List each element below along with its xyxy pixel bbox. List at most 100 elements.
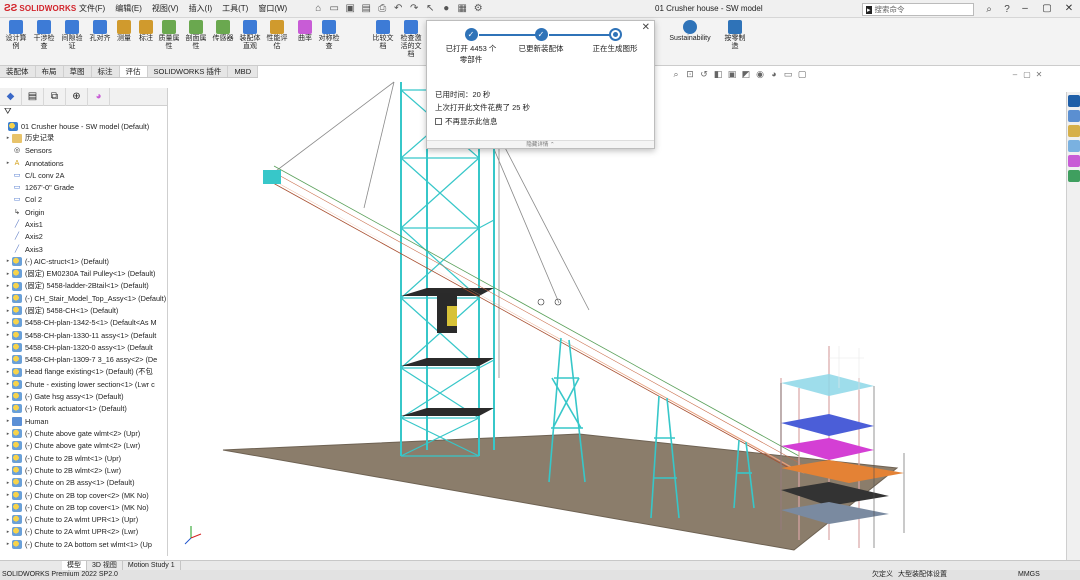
- tree-filter-icon[interactable]: ⛛: [0, 106, 167, 120]
- menu-insert[interactable]: 插入(I): [184, 0, 218, 18]
- expand-icon[interactable]: ▸: [4, 517, 12, 523]
- tab-markup[interactable]: 标注: [92, 66, 120, 77]
- tree-item[interactable]: ▸ (-) Chute on 2B top cover<2> (MK No): [0, 489, 167, 501]
- file-properties-icon[interactable]: ▦: [454, 3, 470, 14]
- search-icon[interactable]: ⌕: [980, 4, 998, 15]
- configuration-manager-tab-icon[interactable]: ⧉: [44, 88, 66, 106]
- tree-item[interactable]: ↳ Origin: [0, 206, 167, 218]
- section-properties-button[interactable]: 剖面属性: [183, 20, 209, 51]
- expand-icon[interactable]: ▸: [4, 394, 12, 400]
- compare-documents-button[interactable]: 比较文档: [370, 20, 396, 51]
- dimxpert-tab-icon[interactable]: ⊕: [66, 88, 88, 106]
- feature-manager-tab-icon[interactable]: ◆: [0, 88, 22, 106]
- tab-sketch[interactable]: 草图: [64, 66, 92, 77]
- expand-icon[interactable]: ▸: [4, 295, 12, 301]
- expand-icon[interactable]: ▸: [4, 381, 12, 387]
- tree-item[interactable]: ▸ (-) Chute to 2A wlmt UPR<1> (Upr): [0, 514, 167, 526]
- design-library-icon[interactable]: [1068, 110, 1080, 122]
- tree-item[interactable]: ╱ Axis2: [0, 231, 167, 243]
- tree-item[interactable]: ▸ (-) CH_Stair_Model_Top_Assy<1> (Default…: [0, 292, 167, 304]
- undo-icon[interactable]: ↶: [390, 3, 406, 14]
- search-scope-icon[interactable]: ▸: [866, 5, 872, 14]
- clearance-verify-button[interactable]: 间隙验证: [59, 20, 85, 51]
- expand-icon[interactable]: ▸: [4, 431, 12, 437]
- file-explorer-icon[interactable]: [1068, 125, 1080, 137]
- tab-model[interactable]: 模型: [62, 561, 87, 570]
- expand-icon[interactable]: ▸: [4, 344, 12, 350]
- save-icon[interactable]: ▤: [358, 3, 374, 14]
- expand-icon[interactable]: ▸: [4, 332, 12, 338]
- tab-addins[interactable]: SOLIDWORKS 插件: [148, 66, 229, 77]
- expand-icon[interactable]: ▸: [4, 467, 12, 473]
- tree-item[interactable]: ▸ Chute - existing lower section<1> (Lwr …: [0, 378, 167, 390]
- design-study-button[interactable]: 设计算例: [3, 20, 29, 51]
- tree-item[interactable]: ▸ (-) Gate hsg assy<1> (Default): [0, 391, 167, 403]
- tab-3d-views[interactable]: 3D 视图: [87, 561, 123, 570]
- expand-icon[interactable]: ▸: [4, 135, 12, 141]
- hide-details-toggle[interactable]: 隐藏详情 ⌃: [427, 140, 654, 148]
- performance-evaluation-button[interactable]: 性能评估: [264, 20, 290, 51]
- expand-icon[interactable]: ▸: [4, 418, 12, 424]
- expand-icon[interactable]: ▸: [4, 258, 12, 264]
- tree-item[interactable]: ▸ Head flange existing<1> (Default) (不包: [0, 366, 167, 378]
- redo-icon[interactable]: ↷: [406, 3, 422, 14]
- options-icon[interactable]: ⚙: [470, 3, 486, 14]
- restore-icon[interactable]: ▢: [1036, 0, 1058, 18]
- tree-item[interactable]: ▸ (-) AIC-struct<1> (Default): [0, 255, 167, 267]
- minimize-icon[interactable]: –: [1014, 0, 1036, 18]
- close-icon[interactable]: ✕: [1058, 0, 1080, 18]
- expand-icon[interactable]: ▸: [4, 406, 12, 412]
- tree-item[interactable]: ▸ (-) Chute to 2A wlmt UPR<2> (Lwr): [0, 526, 167, 538]
- home-icon[interactable]: ⌂: [310, 3, 326, 14]
- tab-layout[interactable]: 布局: [36, 66, 64, 77]
- tab-assembly[interactable]: 装配体: [0, 66, 36, 77]
- tree-root[interactable]: 01 Crusher house - SW model (Default): [0, 120, 167, 132]
- tree-item[interactable]: ▸ (-) Chute on 2B assy<1> (Default): [0, 477, 167, 489]
- expand-icon[interactable]: ▸: [4, 320, 12, 326]
- expand-icon[interactable]: ▸: [4, 455, 12, 461]
- tree-item[interactable]: ▸ A Annotations: [0, 157, 167, 169]
- symmetry-check-button[interactable]: 对称检查: [316, 20, 342, 51]
- app-logo[interactable]: ƧƧ SOLIDWORKS: [0, 3, 76, 14]
- tree-item[interactable]: ▸ (固定) EM0230A Tail Pulley<1> (Default): [0, 268, 167, 280]
- check-active-document-button[interactable]: 检查激活的文档: [398, 20, 424, 59]
- tab-motion-study[interactable]: Motion Study 1: [123, 561, 181, 570]
- tree-item[interactable]: ▭ C/L conv 2A: [0, 169, 167, 181]
- custom-properties-icon[interactable]: [1068, 170, 1080, 182]
- hole-alignment-button[interactable]: 孔对齐: [87, 20, 113, 43]
- menu-edit[interactable]: 编辑(E): [110, 0, 147, 18]
- new-document-icon[interactable]: ▭: [326, 3, 342, 14]
- expand-icon[interactable]: ▸: [4, 357, 12, 363]
- expand-icon[interactable]: ▸: [4, 541, 12, 547]
- expand-icon[interactable]: ▸: [4, 480, 12, 486]
- mass-properties-button[interactable]: 质量属性: [156, 20, 182, 51]
- menu-view[interactable]: 视图(V): [147, 0, 184, 18]
- tree-item[interactable]: ▸ (-) Chute to 2B wlmt<1> (Upr): [0, 452, 167, 464]
- status-large-assembly[interactable]: 大型装配体设置: [898, 570, 947, 580]
- status-units[interactable]: MMGS: [1018, 570, 1040, 580]
- tree-item[interactable]: ▸ (-) Chute above gate wlmt<2> (Upr): [0, 427, 167, 439]
- tree-item[interactable]: ▸ 历史记录: [0, 132, 167, 144]
- dont-show-again-checkbox[interactable]: 不再显示此信息: [435, 116, 498, 127]
- menu-window[interactable]: 窗口(W): [253, 0, 292, 18]
- print-icon[interactable]: ⎙: [374, 3, 390, 14]
- tree-item[interactable]: ▸ (固定) 5458-CH<1> (Default): [0, 304, 167, 316]
- interference-check-button[interactable]: 干涉检查: [31, 20, 57, 51]
- menu-tools[interactable]: 工具(T): [217, 0, 253, 18]
- tree-item[interactable]: ▸ 5458-CH-plan-1320-0 assy<1> (Default: [0, 341, 167, 353]
- tree-item[interactable]: ▸ (-) Chute to 2A bottom set wlmt<1> (Up: [0, 538, 167, 550]
- tree-item[interactable]: ▸ Human: [0, 415, 167, 427]
- tree-item[interactable]: ◎ Sensors: [0, 145, 167, 157]
- sensor-button[interactable]: 传感器: [210, 20, 236, 43]
- curvature-button[interactable]: 曲率: [292, 20, 318, 43]
- tree-item[interactable]: ▸ 5458-CH-plan-1330-11 assy<1> (Default: [0, 329, 167, 341]
- assembly-visualization-button[interactable]: 装配体直观: [237, 20, 263, 51]
- expand-icon[interactable]: ▸: [4, 529, 12, 535]
- search-commands-input[interactable]: ▸ 搜索命令: [862, 3, 974, 16]
- expand-icon[interactable]: ▸: [4, 271, 12, 277]
- tree-item[interactable]: ╱ Axis3: [0, 243, 167, 255]
- tree-item[interactable]: ▸ 5458-CH-plan-1309-7 3_16 assy<2> (De: [0, 354, 167, 366]
- appearances-icon[interactable]: [1068, 155, 1080, 167]
- solidworks-resources-icon[interactable]: [1068, 95, 1080, 107]
- tree-item[interactable]: ▭ 1267'-0" Grade: [0, 181, 167, 193]
